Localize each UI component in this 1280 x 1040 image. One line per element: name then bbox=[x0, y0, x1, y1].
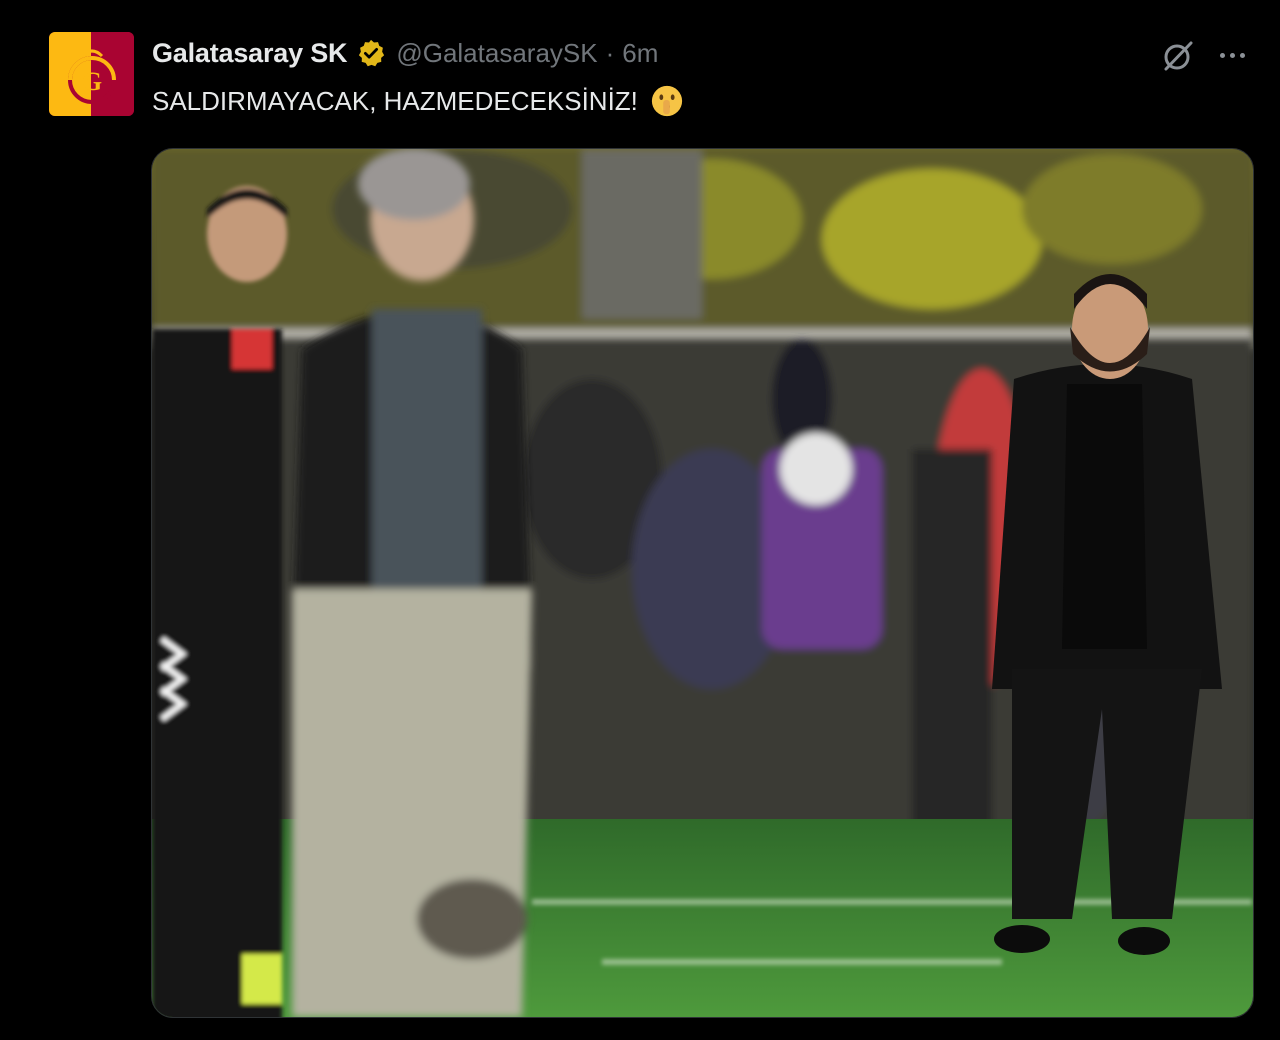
separator-dot: · bbox=[605, 37, 615, 68]
more-options-icon[interactable] bbox=[1214, 40, 1250, 70]
tweet-text: SALDIRMAYACAK, HAZMEDECEKSİNİZ! bbox=[152, 84, 684, 118]
svg-text:G: G bbox=[82, 67, 102, 96]
tweet-header: Galatasaray SK @GalatasaraySK · 6m bbox=[152, 36, 658, 70]
grok-icon[interactable] bbox=[1160, 38, 1196, 74]
verified-badge-icon[interactable] bbox=[356, 38, 386, 68]
handle[interactable]: @GalatasaraySK bbox=[396, 38, 597, 69]
football-sideline-photo bbox=[152, 149, 1253, 1017]
tweet[interactable]: G Galatasaray SK @GalatasaraySK · 6m SAL… bbox=[0, 0, 1280, 1040]
avatar[interactable]: G bbox=[49, 32, 134, 116]
timestamp[interactable]: 6m bbox=[622, 38, 658, 69]
galatasaray-crest-icon: G bbox=[49, 32, 134, 116]
tweet-text-body: SALDIRMAYACAK, HAZMEDECEKSİNİZ! bbox=[152, 85, 638, 116]
tweet-photo[interactable] bbox=[151, 148, 1254, 1018]
display-name[interactable]: Galatasaray SK bbox=[152, 38, 348, 69]
shushing-face-emoji bbox=[651, 85, 683, 117]
